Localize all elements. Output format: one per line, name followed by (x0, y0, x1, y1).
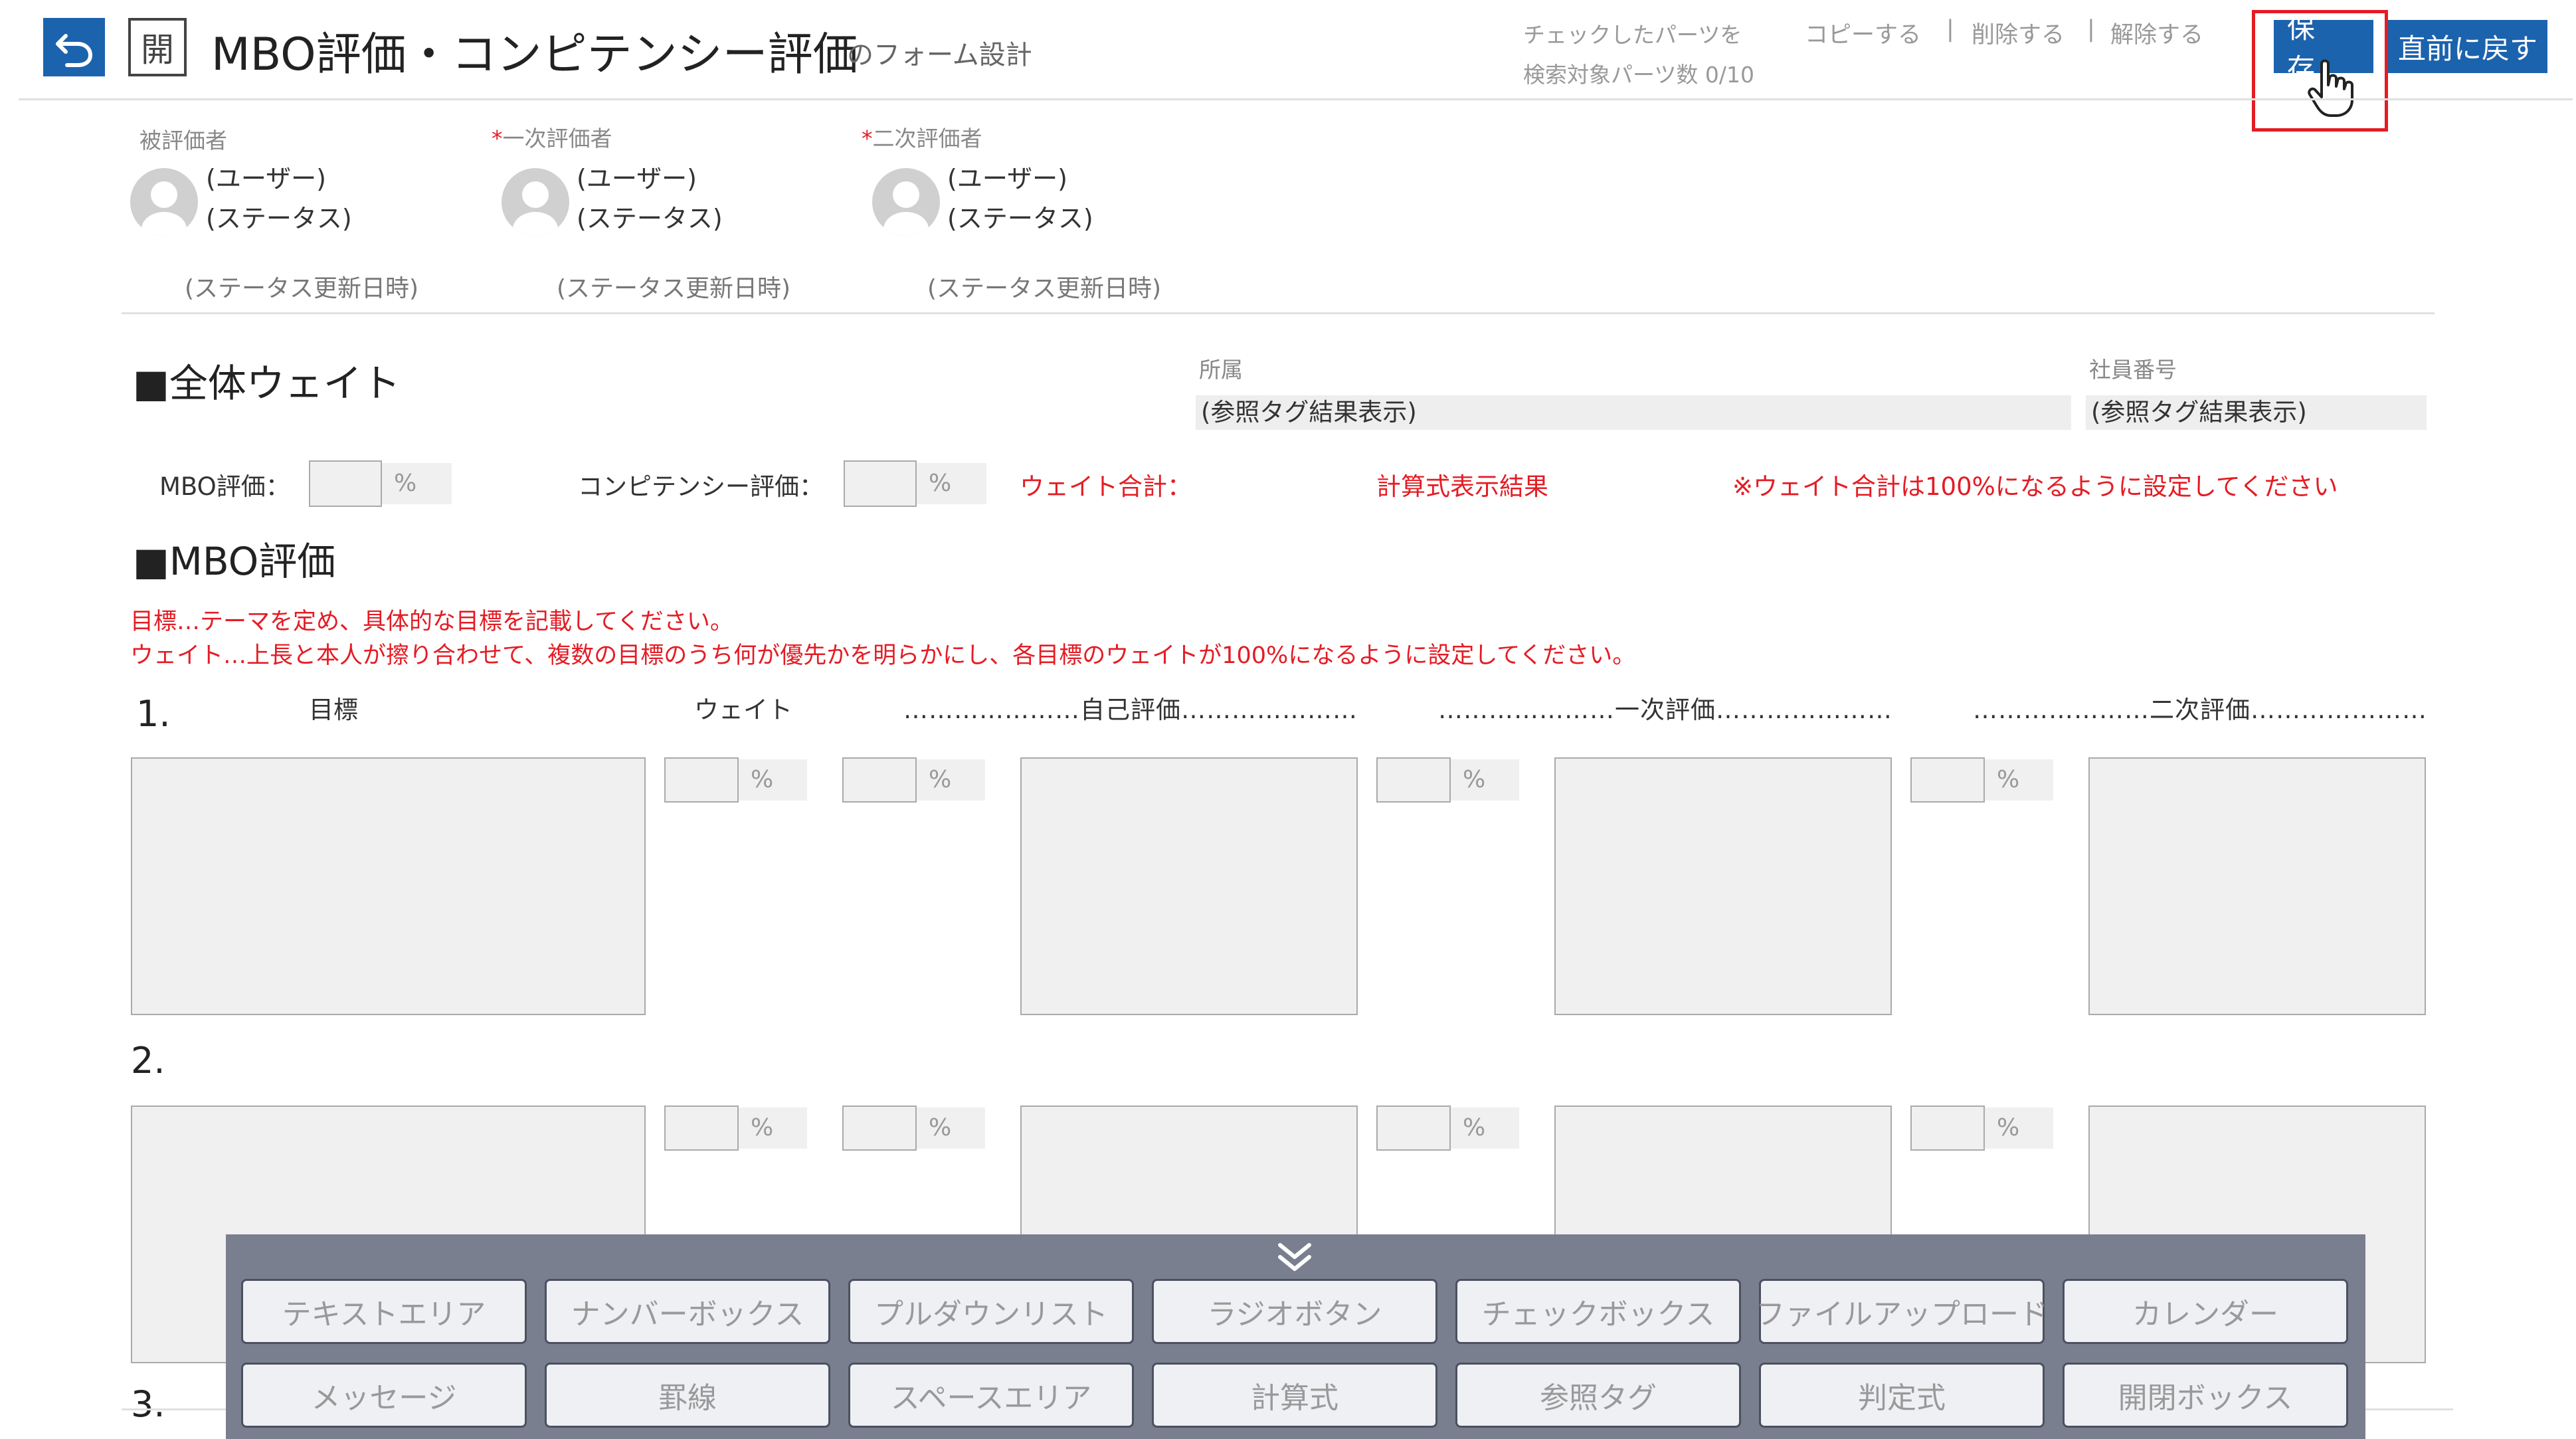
first-evaluator-label: *一次評価者 (492, 126, 612, 151)
hand-pointer-icon (2308, 59, 2353, 117)
second-evaluator-label: *二次評価者 (862, 126, 982, 151)
weight-total-label: ウェイト合計： (1020, 472, 1192, 501)
search-parts-count: 検索対象パーツ数 0/10 (1523, 62, 1754, 88)
separator: | (1946, 16, 1954, 43)
part-message-button[interactable]: メッセージ (241, 1363, 527, 1428)
second-evaluator-user: (ユーザー) (947, 164, 1067, 193)
first-eval-score-input[interactable] (1376, 1105, 1451, 1151)
first-eval-score-input[interactable] (1376, 757, 1451, 803)
first-evaluator-status-date: (ステータス更新日時) (557, 275, 791, 302)
copy-link[interactable]: コピーする (1805, 16, 1921, 50)
release-link[interactable]: 解除する (2110, 16, 2203, 50)
percent-unit: % (917, 463, 986, 504)
mbo-weight-input[interactable] (309, 460, 382, 507)
self-eval-column-header: …………………自己評価………………… (903, 696, 1358, 724)
percent-unit: % (1451, 1107, 1519, 1149)
formula-result: 計算式表示結果 (1376, 472, 1548, 501)
percent-unit: % (917, 1107, 985, 1149)
second-evaluator-status: (ステータス) (947, 204, 1093, 233)
part-textarea-button[interactable]: テキストエリア (241, 1279, 527, 1344)
percent-unit: % (739, 759, 807, 801)
undo-arrow-icon (55, 34, 92, 67)
part-reference-tag-button[interactable]: 参照タグ (1455, 1363, 1741, 1428)
employee-no-value: (参照タグ結果表示) (2086, 395, 2427, 430)
competency-weight-input[interactable] (844, 460, 917, 507)
evaluatee-user: (ユーザー) (206, 164, 326, 193)
page-subtitle: のフォーム設計 (847, 40, 1032, 70)
part-checkbox-button[interactable]: チェックボックス (1455, 1279, 1741, 1344)
percent-unit: % (739, 1107, 807, 1149)
self-eval-textarea[interactable] (1020, 757, 1358, 1015)
second-eval-score-input[interactable] (1910, 757, 1985, 803)
goal-instruction: 目標…テーマを定め、具体的な目標を記載してください。 (130, 609, 733, 635)
competency-weight-label: コンピテンシー評価： (578, 472, 824, 501)
overall-weight-title: ■全体ウェイト (133, 361, 401, 406)
self-eval-score-input[interactable] (842, 757, 917, 803)
weight-total-note: ※ウェイト合計は100%になるように設定してください (1732, 472, 2338, 501)
back-button[interactable] (43, 18, 105, 76)
part-numberbox-button[interactable]: ナンバーボックス (545, 1279, 830, 1344)
form-designer-page: 開 MBO評価・コンピテンシー評価 のフォーム設計 チェックしたパーツを 検索対… (0, 0, 2576, 1439)
second-evaluator-status-date: (ステータス更新日時) (927, 275, 1162, 302)
evaluators-divider (122, 312, 2435, 314)
parts-toolbar: テキストエリア ナンバーボックス プルダウンリスト ラジオボタン チェックボック… (226, 1234, 2365, 1439)
second-eval-column-header: …………………二次評価………………… (1973, 696, 2427, 724)
first-evaluator-user: (ユーザー) (577, 164, 697, 193)
part-judgement-button[interactable]: 判定式 (1759, 1363, 2045, 1428)
mbo-weight-label: MBO評価： (159, 472, 290, 501)
evaluatee-label: 被評価者 (139, 128, 227, 153)
delete-link[interactable]: 削除する (1972, 16, 2065, 50)
part-pulldown-button[interactable]: プルダウンリスト (848, 1279, 1134, 1344)
weight-instruction: ウェイト…上長と本人が擦り合わせて、複数の目標のうち何が優先かを明らかにし、各目… (130, 642, 1636, 669)
first-eval-textarea[interactable] (1554, 757, 1892, 1015)
part-formula-button[interactable]: 計算式 (1152, 1363, 1437, 1428)
revert-button[interactable]: 直前に戻す (2388, 20, 2547, 73)
weight-column-header: ウェイト (694, 696, 792, 724)
percent-unit: % (917, 759, 985, 801)
header-divider (19, 98, 2573, 100)
percent-unit: % (382, 463, 452, 504)
open-toggle-button[interactable]: 開 (128, 18, 187, 76)
percent-unit: % (1451, 759, 1519, 801)
part-space-area-button[interactable]: スペースエリア (848, 1363, 1134, 1428)
row-number: 2. (131, 1040, 165, 1082)
avatar (502, 168, 569, 236)
part-collapsible-box-button[interactable]: 開閉ボックス (2063, 1363, 2348, 1428)
goal-textarea[interactable] (131, 757, 646, 1015)
double-chevron-down-icon[interactable] (1273, 1241, 1316, 1274)
evaluatee-status-date: (ステータス更新日時) (185, 275, 419, 302)
row-number: 1. (136, 693, 171, 735)
goal-weight-input[interactable] (664, 757, 739, 803)
part-rule-line-button[interactable]: 罫線 (545, 1363, 830, 1428)
part-radio-button[interactable]: ラジオボタン (1152, 1279, 1437, 1344)
part-file-upload-button[interactable]: ファイルアップロード (1756, 1279, 2048, 1344)
percent-unit: % (1985, 1107, 2053, 1149)
separator: | (2087, 16, 2095, 43)
page-title: MBO評価・コンピテンシー評価 (211, 29, 858, 81)
avatar (872, 168, 940, 236)
department-label: 所属 (1199, 357, 1243, 383)
department-value: (参照タグ結果表示) (1196, 395, 2071, 430)
second-eval-score-input[interactable] (1910, 1105, 1985, 1151)
evaluatee-status: (ステータス) (206, 204, 352, 233)
mbo-section-title: ■MBO評価 (133, 539, 336, 584)
avatar (130, 168, 198, 236)
percent-unit: % (1985, 759, 2053, 801)
employee-no-label: 社員番号 (2089, 357, 2177, 383)
goal-column-header: 目標 (309, 696, 358, 724)
goal-weight-input[interactable] (664, 1105, 739, 1151)
row-number: 3. (131, 1383, 165, 1425)
first-evaluator-status: (ステータス) (577, 204, 723, 233)
checked-parts-note: チェックしたパーツを (1523, 22, 1742, 48)
second-eval-textarea[interactable] (2088, 757, 2426, 1015)
part-calendar-button[interactable]: カレンダー (2063, 1279, 2348, 1344)
self-eval-score-input[interactable] (842, 1105, 917, 1151)
first-eval-column-header: …………………一次評価………………… (1438, 696, 1892, 724)
